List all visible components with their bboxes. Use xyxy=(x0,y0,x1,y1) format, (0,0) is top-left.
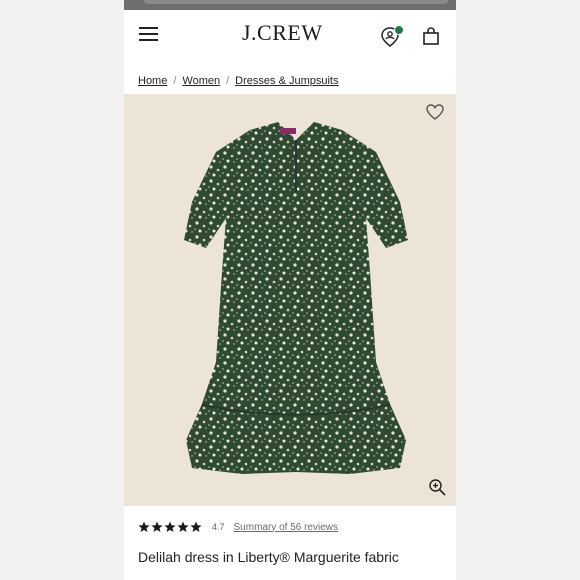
zoom-in-icon[interactable] xyxy=(428,478,446,496)
star-icon xyxy=(151,521,163,532)
store-badge-icon xyxy=(394,25,404,35)
right-backdrop xyxy=(456,0,580,580)
hamburger-menu-icon[interactable] xyxy=(139,27,158,41)
breadcrumb-separator: / xyxy=(173,75,177,87)
star-icon xyxy=(138,521,150,532)
product-dress-image xyxy=(184,122,408,474)
breadcrumb-home[interactable]: Home xyxy=(138,75,167,87)
reviews-summary-link[interactable]: Summary of 56 reviews xyxy=(234,522,338,533)
phone-viewport: J.CREW Home / Women / Dresses & Jumpsuit… xyxy=(124,0,456,580)
breadcrumb-separator: / xyxy=(226,75,230,87)
star-icon xyxy=(164,521,176,532)
product-image-area[interactable] xyxy=(124,94,456,506)
rating-value: 4.7 xyxy=(212,522,225,532)
breadcrumb: Home / Women / Dresses & Jumpsuits xyxy=(138,75,338,87)
star-rating xyxy=(138,521,202,533)
star-icon xyxy=(190,521,202,532)
breadcrumb-women[interactable]: Women xyxy=(182,75,220,87)
star-icon xyxy=(177,521,189,532)
browser-top-bar xyxy=(124,0,456,10)
product-rating: 4.7 Summary of 56 reviews xyxy=(138,521,338,533)
left-backdrop xyxy=(0,0,124,580)
heart-icon[interactable] xyxy=(426,104,444,120)
shopping-bag-icon[interactable] xyxy=(422,27,440,45)
site-header: J.CREW xyxy=(124,10,456,60)
breadcrumb-dresses[interactable]: Dresses & Jumpsuits xyxy=(235,75,338,87)
jcrew-logo[interactable]: J.CREW xyxy=(242,20,323,46)
product-title: Delilah dress in Liberty® Marguerite fab… xyxy=(138,549,399,565)
